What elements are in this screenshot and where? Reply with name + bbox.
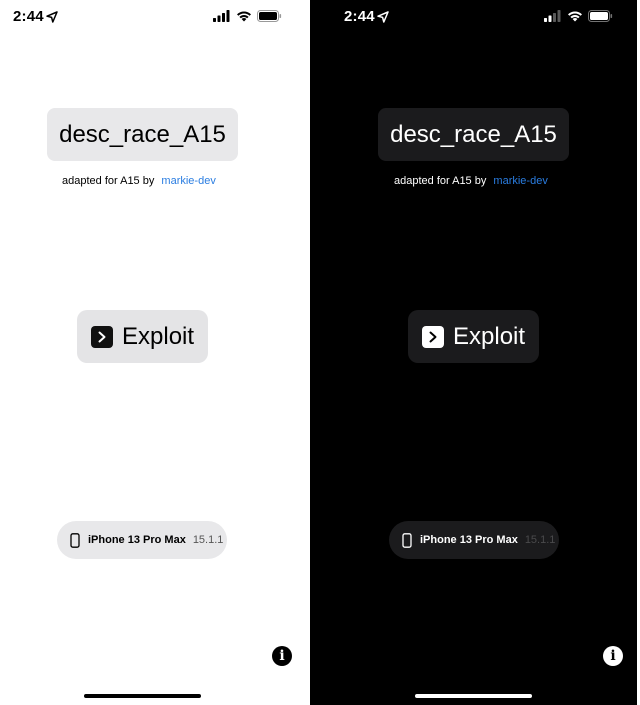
- app-title: desc_race_A15: [59, 120, 226, 148]
- home-indicator[interactable]: [415, 694, 532, 698]
- cellular-signal-icon: [213, 10, 230, 22]
- wifi-icon: [568, 11, 582, 22]
- exploit-label: Exploit: [453, 322, 526, 350]
- status-time: 2:44: [13, 8, 44, 25]
- credit-prefix: adapted for A15 by: [62, 175, 155, 187]
- wifi-icon: [237, 11, 251, 22]
- dark-mode-screen: 2:44 desc_race_A15 adapted for A15 by ma…: [310, 0, 637, 705]
- status-bar: 2:44: [0, 8, 310, 28]
- chevron-right-square-icon: [422, 325, 444, 348]
- credit-prefix: adapted for A15 by: [394, 175, 487, 187]
- device-model: iPhone 13 Pro Max: [420, 534, 518, 546]
- app-title-card: desc_race_A15: [47, 108, 238, 161]
- battery-icon: [257, 10, 282, 22]
- cellular-signal-icon: [544, 10, 561, 22]
- ios-version: 15.1.1: [192, 534, 224, 546]
- location-arrow-icon: [377, 11, 389, 23]
- info-glyph: i: [610, 648, 616, 664]
- light-mode-screen: 2:44 desc_race_A15 adapted for A15 by ma…: [0, 0, 310, 705]
- location-arrow-icon: [46, 11, 58, 23]
- app-title-card: desc_race_A15: [378, 108, 569, 161]
- status-bar: 2:44: [310, 8, 637, 28]
- exploit-button[interactable]: Exploit: [77, 310, 208, 363]
- chevron-right-square-icon: [91, 325, 113, 348]
- exploit-label: Exploit: [122, 322, 195, 350]
- device-model: iPhone 13 Pro Max: [88, 534, 186, 546]
- status-time: 2:44: [344, 8, 375, 25]
- battery-icon: [588, 10, 613, 22]
- iphone-icon: [402, 532, 412, 548]
- device-info-pill: iPhone 13 Pro Max 15.1.1: [57, 521, 227, 559]
- device-info-pill: iPhone 13 Pro Max 15.1.1: [389, 521, 559, 559]
- iphone-icon: [70, 532, 80, 548]
- author-link[interactable]: markie-dev: [161, 175, 215, 187]
- info-icon[interactable]: i: [272, 646, 292, 666]
- info-glyph: i: [279, 648, 285, 664]
- app-title: desc_race_A15: [390, 120, 557, 148]
- info-icon[interactable]: i: [603, 646, 623, 666]
- credit-line: adapted for A15 by markie-dev: [394, 175, 548, 187]
- exploit-button[interactable]: Exploit: [408, 310, 539, 363]
- ios-version: 15.1.1: [524, 534, 556, 546]
- author-link[interactable]: markie-dev: [493, 175, 547, 187]
- credit-line: adapted for A15 by markie-dev: [62, 175, 216, 187]
- home-indicator[interactable]: [84, 694, 201, 698]
